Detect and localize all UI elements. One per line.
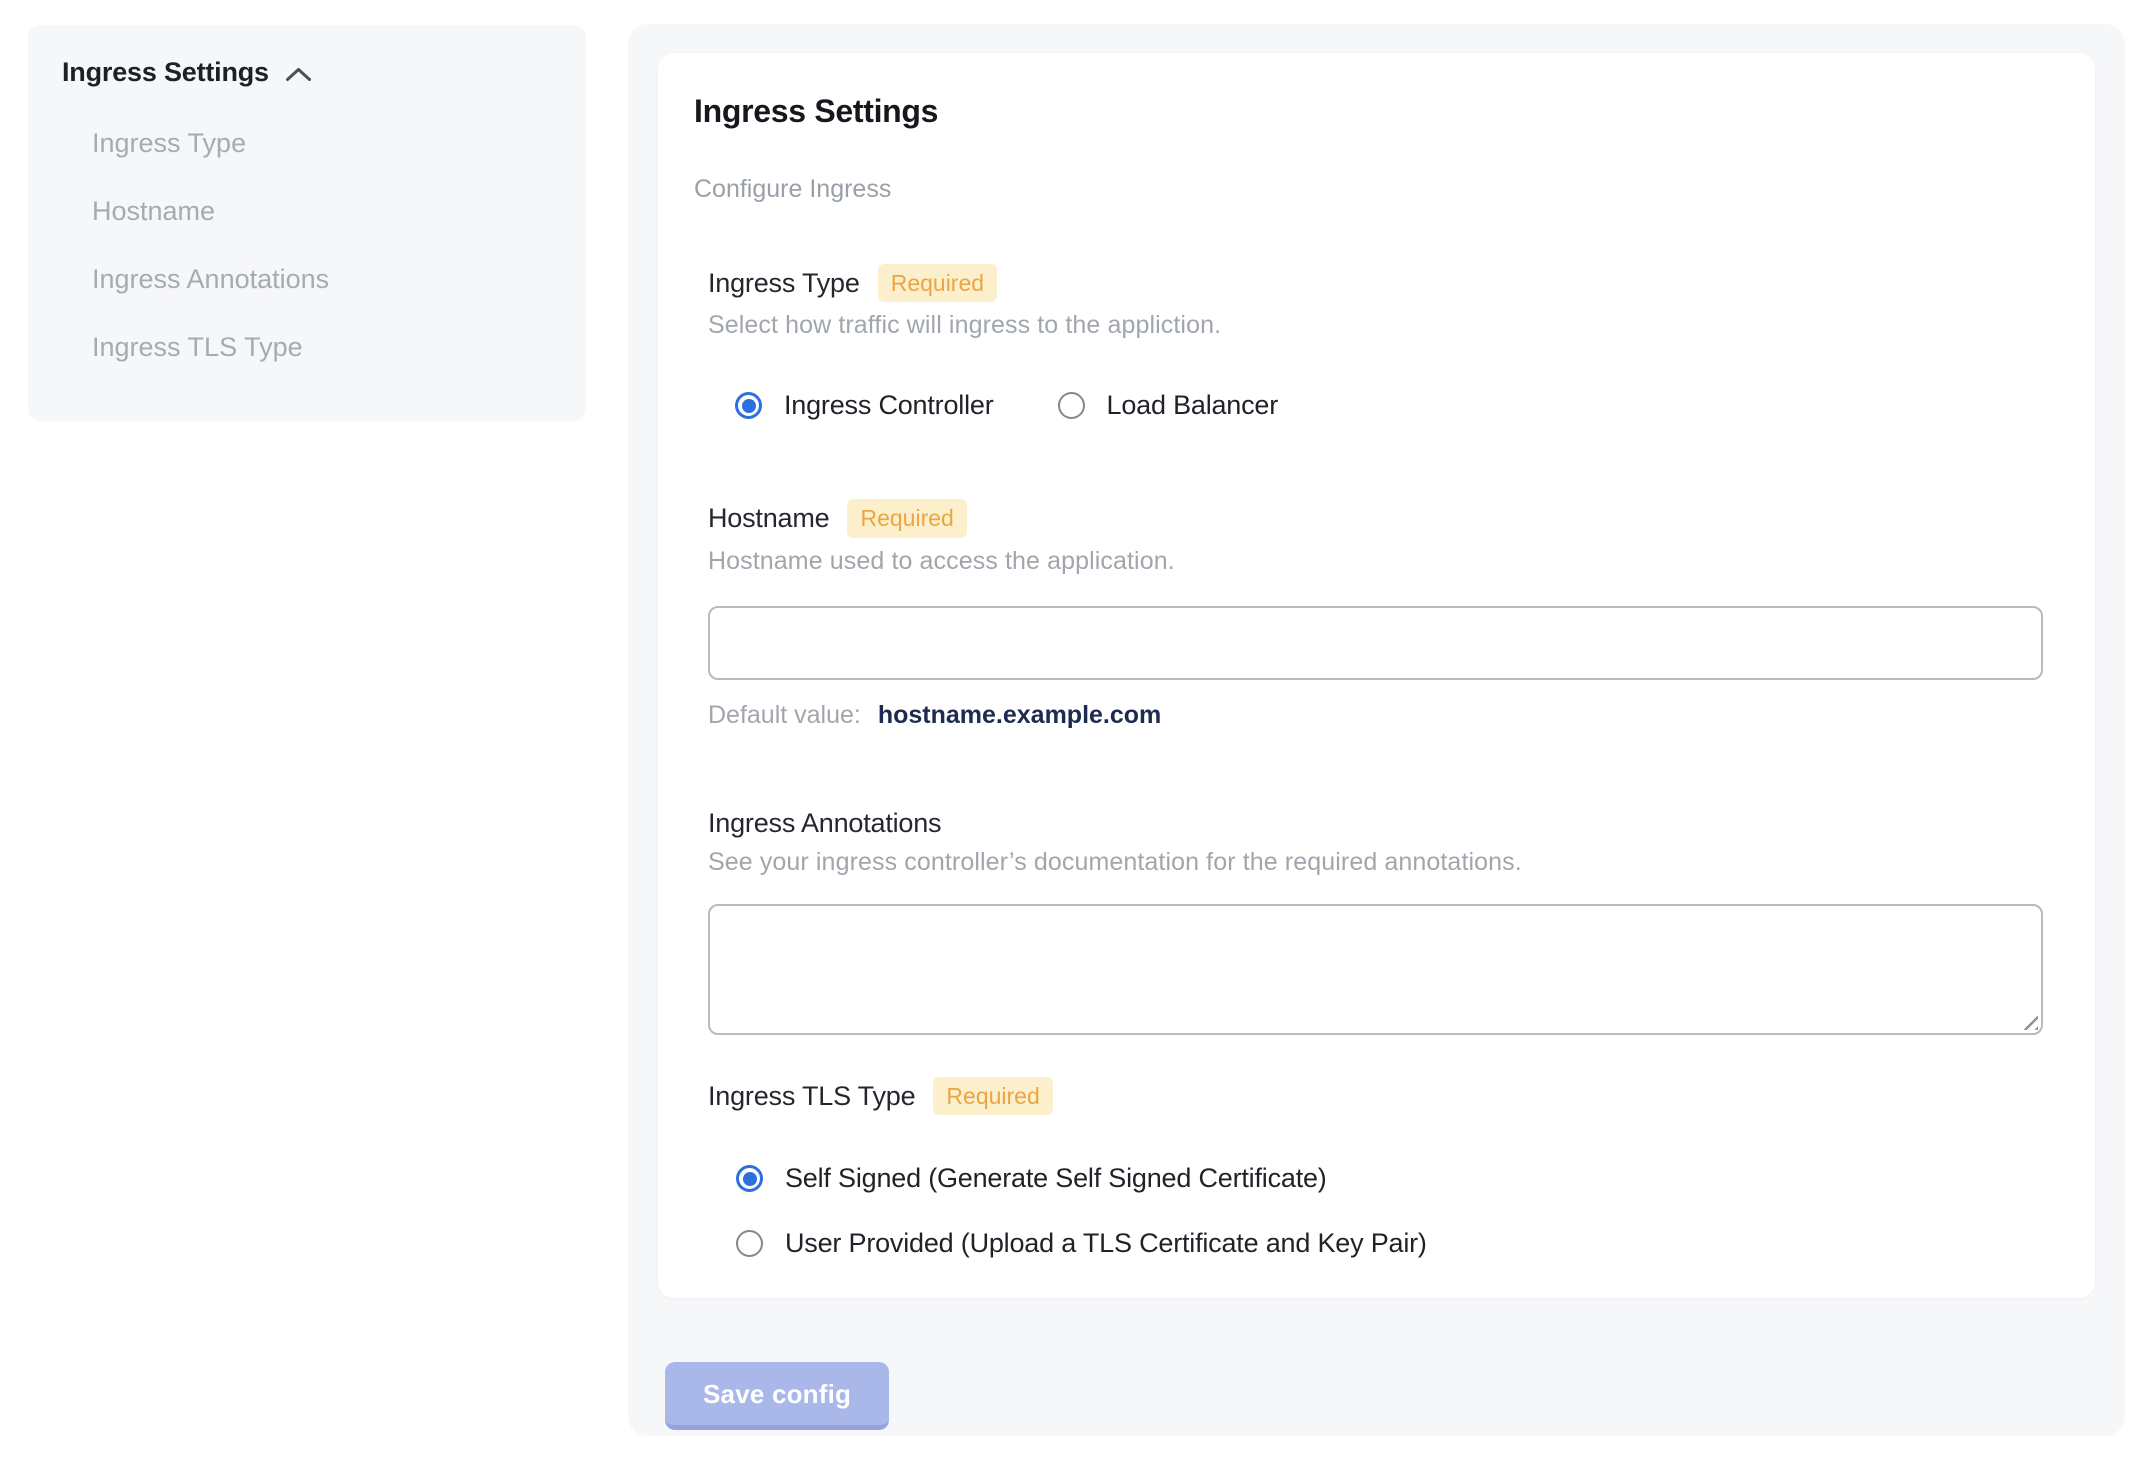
field-ingress-tls-type: Ingress TLS Type Required Self Signed (G…	[708, 1076, 2043, 1259]
radio-option-user-provided[interactable]: User Provided (Upload a TLS Certificate …	[736, 1228, 2043, 1259]
save-config-button[interactable]: Save config	[665, 1362, 890, 1430]
page-subtitle: Configure Ingress	[694, 175, 892, 203]
radio-label: Load Balancer	[1106, 390, 1279, 421]
page-title: Ingress Settings	[694, 93, 939, 129]
required-badge: Required	[933, 1076, 1053, 1116]
field-ingress-annotations: Ingress Annotations See your ingress con…	[708, 808, 2043, 1035]
page: Ingress Settings Ingress Type Hostname I…	[0, 0, 2156, 1474]
hostname-label-row: Hostname Required	[708, 499, 2043, 538]
hostname-input[interactable]	[708, 605, 2043, 680]
ingress-type-options: Ingress Controller Load Balancer	[735, 390, 2043, 421]
chevron-up-icon	[285, 68, 311, 81]
default-value-link[interactable]: hostname.example.com	[878, 701, 1161, 729]
ingress-settings-panel: Ingress Settings Configure Ingress Ingre…	[628, 24, 2125, 1436]
sidebar-item-ingress-tls-type[interactable]: Ingress TLS Type	[92, 334, 552, 361]
radio-option-ingress-controller[interactable]: Ingress Controller	[735, 390, 994, 421]
sidebar-item-hostname[interactable]: Hostname	[92, 198, 552, 225]
hostname-label: Hostname	[708, 503, 830, 534]
annotations-label: Ingress Annotations	[708, 807, 942, 838]
radio-selected-icon	[736, 1165, 763, 1193]
form-fields: Ingress Type Required Select how traffic…	[708, 264, 2043, 1259]
required-badge: Required	[847, 499, 967, 538]
tls-type-label-row: Ingress TLS Type Required	[708, 1076, 2043, 1116]
radio-label: Ingress Controller	[784, 390, 994, 421]
ingress-type-label-row: Ingress Type Required	[708, 264, 2043, 303]
annotations-textarea[interactable]	[708, 903, 2043, 1035]
ingress-type-label: Ingress Type	[708, 267, 860, 298]
radio-unselected-icon	[1057, 392, 1085, 420]
annotations-label-row: Ingress Annotations	[708, 808, 2043, 839]
tls-type-options: Self Signed (Generate Self Signed Certif…	[736, 1163, 2043, 1259]
sidebar-section-title: Ingress Settings	[62, 57, 269, 87]
field-ingress-type: Ingress Type Required Select how traffic…	[708, 264, 2043, 421]
required-badge: Required	[877, 264, 998, 303]
hostname-default-line: Default value: hostname.example.com	[708, 701, 2043, 730]
annotations-textarea-wrap	[708, 903, 2043, 1035]
radio-option-load-balancer[interactable]: Load Balancer	[1057, 390, 1279, 421]
sidebar-item-ingress-type[interactable]: Ingress Type	[92, 130, 552, 157]
radio-label: User Provided (Upload a TLS Certificate …	[785, 1228, 1427, 1259]
ingress-settings-card: Ingress Settings Configure Ingress Ingre…	[658, 53, 2095, 1298]
field-hostname: Hostname Required Hostname used to acces…	[708, 499, 2043, 729]
radio-option-self-signed[interactable]: Self Signed (Generate Self Signed Certif…	[736, 1163, 2043, 1194]
ingress-settings-sidebar: Ingress Settings Ingress Type Hostname I…	[28, 25, 586, 421]
ingress-type-help: Select how traffic will ingress to the a…	[708, 311, 1222, 340]
hostname-help: Hostname used to access the application.	[708, 546, 1175, 575]
radio-selected-icon	[735, 392, 762, 420]
radio-label: Self Signed (Generate Self Signed Certif…	[785, 1163, 1327, 1194]
sidebar-item-list: Ingress Type Hostname Ingress Annotation…	[62, 130, 552, 361]
radio-unselected-icon	[736, 1230, 763, 1258]
default-value-label: Default value:	[708, 700, 861, 729]
sidebar-item-ingress-annotations[interactable]: Ingress Annotations	[92, 266, 552, 293]
sidebar-section-header[interactable]: Ingress Settings	[62, 57, 552, 88]
annotations-help: See your ingress controller’s documentat…	[708, 847, 1522, 876]
tls-type-label: Ingress TLS Type	[708, 1080, 916, 1111]
